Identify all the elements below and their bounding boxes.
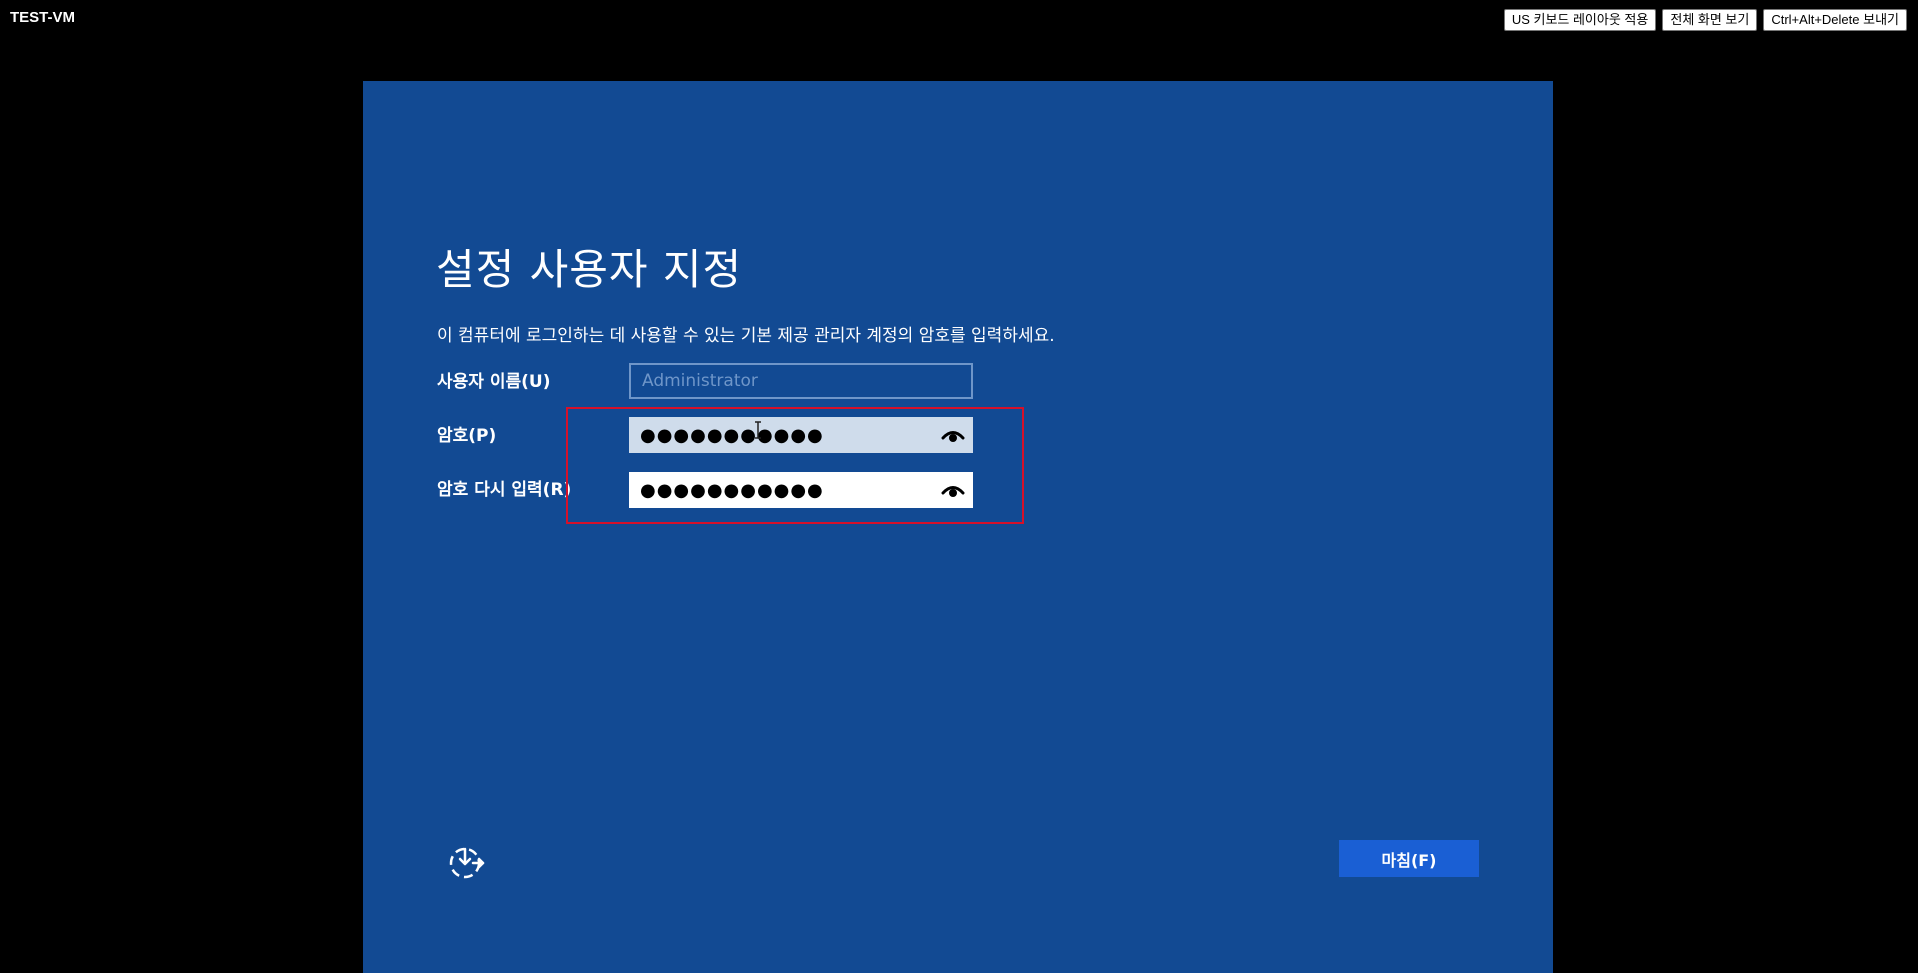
vm-topbar: TEST-VM US 키보드 레이아웃 적용 전체 화면 보기 Ctrl+Alt… — [0, 0, 1918, 40]
ease-of-access-icon[interactable] — [445, 841, 487, 883]
fullscreen-button[interactable]: 전체 화면 보기 — [1662, 9, 1758, 31]
vm-title: TEST-VM — [10, 9, 76, 26]
page-description: 이 컴퓨터에 로그인하는 데 사용할 수 있는 기본 제공 관리자 계정의 암호… — [437, 326, 1055, 346]
eye-icon[interactable] — [941, 480, 965, 500]
password-input[interactable] — [629, 417, 973, 453]
vm-toolbar: US 키보드 레이아웃 적용 전체 화면 보기 Ctrl+Alt+Delete … — [1503, 9, 1907, 31]
vm-screen: 설정 사용자 지정 이 컴퓨터에 로그인하는 데 사용할 수 있는 기본 제공 … — [363, 81, 1553, 973]
us-keyboard-layout-button[interactable]: US 키보드 레이아웃 적용 — [1503, 9, 1657, 31]
send-ctrl-alt-delete-button[interactable]: Ctrl+Alt+Delete 보내기 — [1763, 9, 1907, 31]
finish-button[interactable]: 마침(F) — [1339, 840, 1479, 877]
page-title: 설정 사용자 지정 — [436, 245, 743, 294]
password-field-wrapper — [629, 417, 973, 453]
password-confirm-field-wrapper — [629, 472, 973, 508]
password-label: 암호(P) — [437, 426, 497, 446]
username-label: 사용자 이름(U) — [437, 372, 551, 392]
username-input[interactable] — [629, 363, 973, 399]
text-cursor-icon — [755, 421, 761, 439]
eye-icon[interactable] — [941, 425, 965, 445]
password-confirm-input[interactable] — [629, 472, 973, 508]
username-field-wrapper — [629, 363, 973, 399]
password-confirm-label: 암호 다시 입력(R) — [437, 480, 572, 500]
